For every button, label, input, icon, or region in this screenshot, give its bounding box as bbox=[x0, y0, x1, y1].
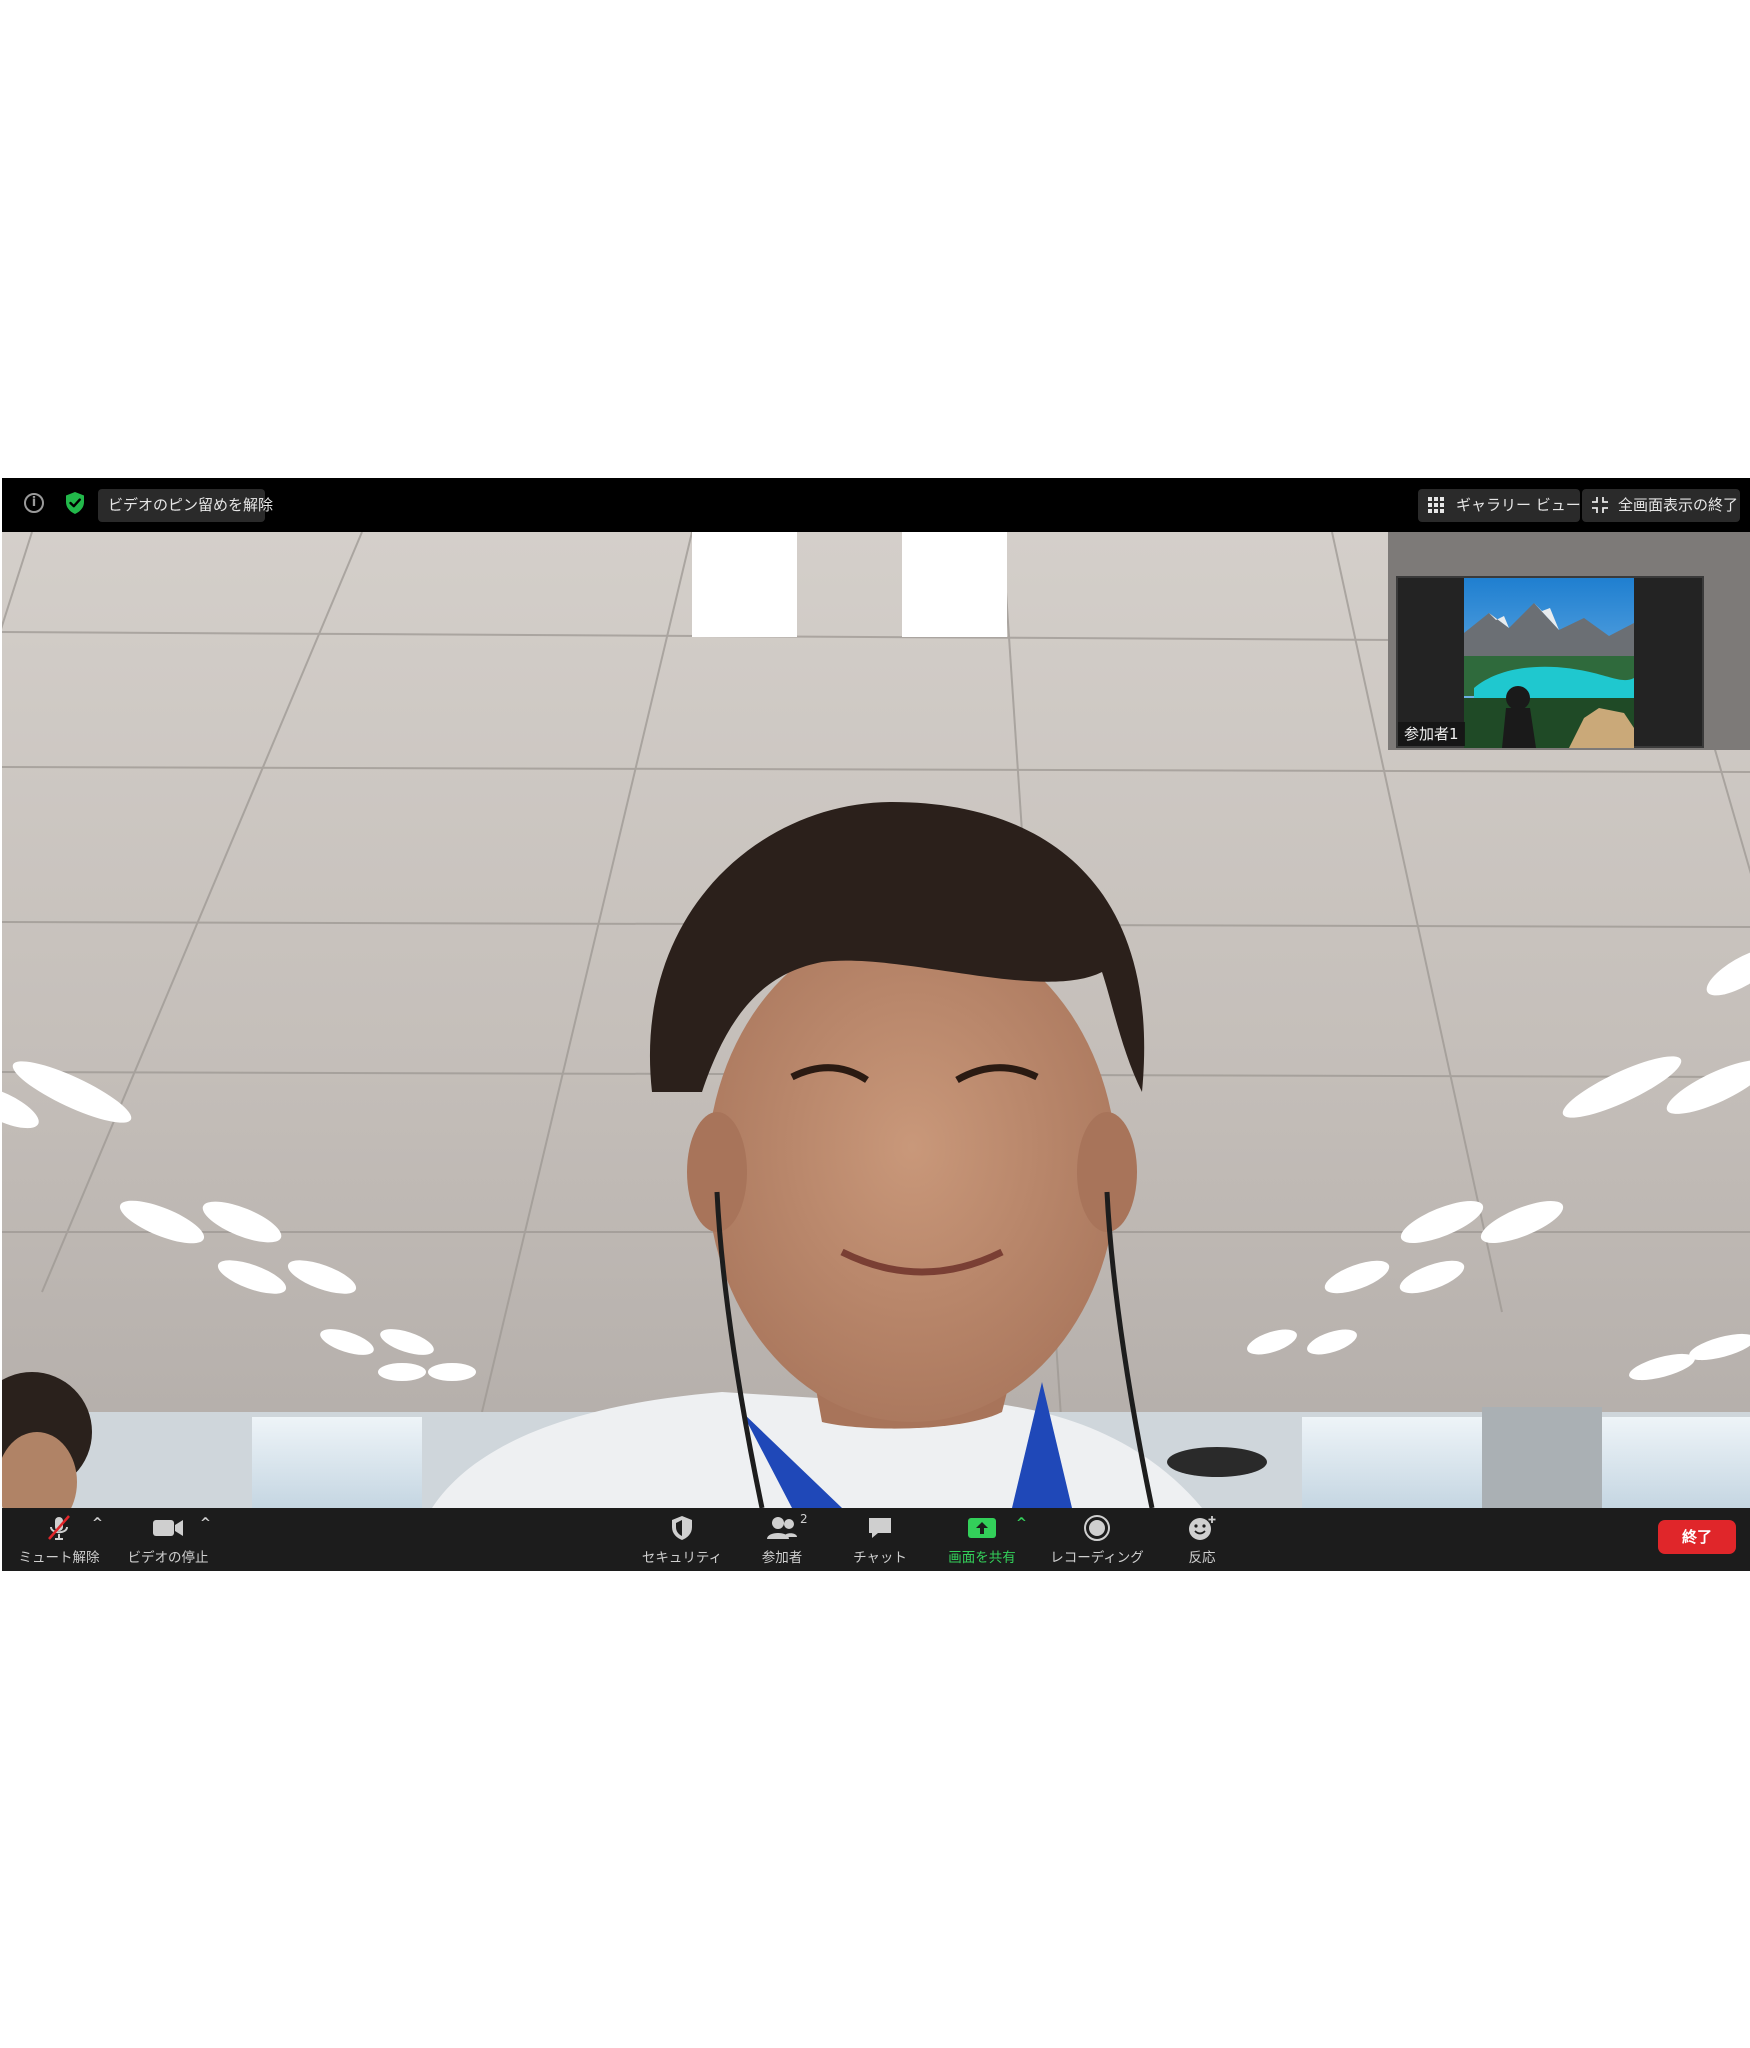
grid-icon bbox=[1428, 497, 1444, 513]
share-options-chevron-icon[interactable]: ^ bbox=[1016, 1516, 1027, 1531]
record-icon bbox=[1084, 1515, 1110, 1541]
participants-label: 参加者 bbox=[761, 1550, 803, 1566]
chat-bubble-icon bbox=[869, 1518, 891, 1538]
info-icon[interactable]: i bbox=[24, 493, 44, 513]
reaction-smiley-icon bbox=[1189, 1516, 1216, 1540]
meeting-controls: ミュート解除 ^ ビデオの停止 ^ セキュリティ 2 参加者 チャット 画面を共… bbox=[2, 1508, 1750, 1571]
reactions-button[interactable]: 反応 bbox=[1164, 1508, 1240, 1571]
video-options-chevron-icon[interactable]: ^ bbox=[200, 1516, 211, 1531]
security-button[interactable]: セキュリティ bbox=[632, 1508, 732, 1571]
share-screen-button[interactable]: 画面を共有 bbox=[942, 1508, 1022, 1571]
participants-button[interactable]: 2 参加者 bbox=[742, 1508, 822, 1571]
gallery-view-label: ギャラリー ビュー bbox=[1456, 496, 1581, 514]
security-shield-icon bbox=[672, 1516, 692, 1540]
participant-name-label: 参加者1 bbox=[1398, 722, 1465, 746]
top-bar: i ビデオのピン留めを解除 ギャラリー ビュー 全画面表示の終了 bbox=[2, 478, 1750, 532]
audio-options-chevron-icon[interactable]: ^ bbox=[92, 1516, 103, 1531]
gallery-view-button[interactable]: ギャラリー ビュー bbox=[1418, 489, 1581, 522]
security-shield-icon[interactable] bbox=[64, 491, 86, 515]
stop-video-label: ビデオの停止 bbox=[127, 1550, 209, 1566]
record-button[interactable]: レコーディング bbox=[1042, 1508, 1152, 1571]
self-view-panel: 参加者1 bbox=[1388, 532, 1750, 750]
unmute-label: ミュート解除 bbox=[18, 1550, 100, 1566]
security-label: セキュリティ bbox=[641, 1550, 723, 1566]
exit-fullscreen-label: 全画面表示の終了 bbox=[1618, 496, 1739, 514]
reactions-label: 反応 bbox=[1188, 1550, 1216, 1566]
exit-fullscreen-icon bbox=[1592, 497, 1608, 513]
unmute-button[interactable]: ミュート解除 bbox=[14, 1508, 104, 1571]
share-screen-icon bbox=[968, 1518, 996, 1538]
chat-label: チャット bbox=[853, 1550, 907, 1566]
end-meeting-button[interactable]: 終了 bbox=[1658, 1520, 1736, 1554]
record-label: レコーディング bbox=[1050, 1550, 1144, 1566]
participant-video bbox=[1464, 578, 1634, 748]
exit-fullscreen-button[interactable]: 全画面表示の終了 bbox=[1582, 489, 1740, 522]
video-camera-icon bbox=[153, 1520, 183, 1536]
microphone-muted-icon bbox=[48, 1515, 70, 1540]
unpin-video-button[interactable]: ビデオのピン留めを解除 bbox=[98, 489, 273, 522]
meeting-window: i ビデオのピン留めを解除 ギャラリー ビュー 全画面表示の終了 参加者1 ミュ… bbox=[2, 478, 1750, 1571]
participants-count: 2 bbox=[800, 1512, 808, 1526]
participants-icon bbox=[767, 1517, 797, 1539]
chat-button[interactable]: チャット bbox=[840, 1508, 920, 1571]
participant-tile[interactable]: 参加者1 bbox=[1396, 576, 1704, 748]
share-screen-label: 画面を共有 bbox=[948, 1550, 1016, 1566]
